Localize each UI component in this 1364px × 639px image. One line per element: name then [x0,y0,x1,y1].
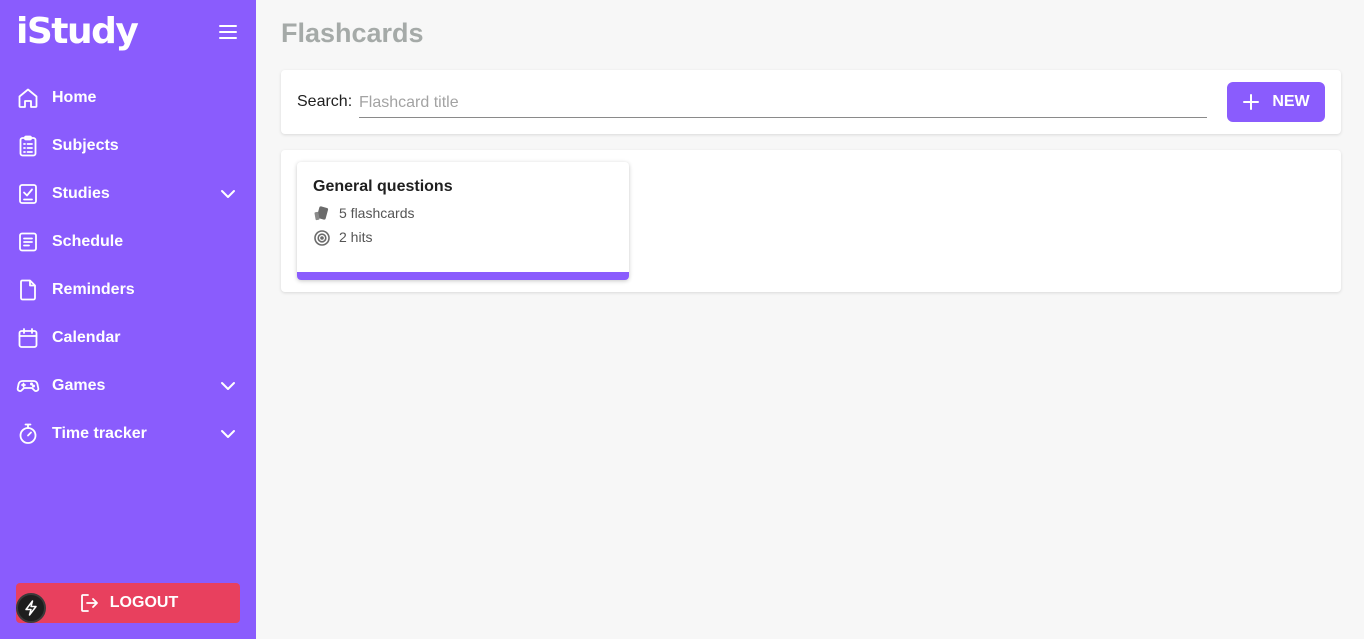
sidebar-item-label: Time tracker [52,425,147,442]
sidebar-item-label: Games [52,377,106,394]
sidebar-item-label: Subjects [52,137,119,154]
chevron-down-icon[interactable] [216,182,240,206]
sidebar-item-label: Studies [52,185,110,202]
sidebar-item-time-tracker[interactable]: Time tracker [0,410,256,458]
chevron-down-icon[interactable] [216,374,240,398]
page-title: Flashcards [281,18,424,48]
document-icon [20,279,36,301]
search-label: Search: [297,93,353,110]
sidebar-item-label: Calendar [52,329,121,346]
sidebar: iStudy Home Subjects Studies Schedule Re… [0,0,256,639]
deck-title: General questions [313,178,453,195]
deck-hits-text: 2 hits [339,229,373,245]
sidebar-item-reminders[interactable]: Reminders [0,266,256,314]
checkbox-icon [19,184,37,204]
logout-button[interactable]: LOGOUT [16,583,240,623]
lightning-icon [25,600,37,616]
sidebar-item-calendar[interactable]: Calendar [0,314,256,362]
new-button-label: NEW [1272,93,1310,110]
sidebar-item-games[interactable]: Games [0,362,256,410]
plus-icon [1243,94,1260,110]
cards-icon [314,206,329,221]
sidebar-item-studies[interactable]: Studies [0,170,256,218]
hamburger-menu-icon[interactable] [216,20,240,44]
deck-progress-bar [297,272,629,280]
calendar-icon [18,328,38,348]
gamepad-icon [16,380,40,392]
chevron-down-icon[interactable] [216,422,240,446]
deck-count-row: 5 flashcards [313,204,414,222]
deck-count-text: 5 flashcards [339,205,415,221]
sidebar-item-label: Home [52,89,97,106]
sidebar-item-label: Schedule [52,233,124,250]
app-logo: iStudy [16,11,139,52]
stopwatch-icon [19,423,37,444]
flashcard-deck-card[interactable]: General questions 5 flashcards 2 hits [297,162,629,280]
home-icon [18,88,38,108]
new-flashcard-button[interactable]: NEW [1227,82,1325,122]
deck-hits-row: 2 hits [313,228,372,246]
clipboard-icon [19,135,37,157]
schedule-icon [19,232,37,252]
sidebar-item-subjects[interactable]: Subjects [0,122,256,170]
search-input[interactable] [359,88,1207,118]
target-icon [314,230,330,246]
logout-label: LOGOUT [109,594,179,611]
sidebar-item-schedule[interactable]: Schedule [0,218,256,266]
quick-action-button[interactable] [16,593,46,623]
sidebar-nav: Home Subjects Studies Schedule Reminders… [0,74,256,458]
sidebar-item-label: Reminders [52,281,135,298]
sidebar-item-home[interactable]: Home [0,74,256,122]
logout-icon [80,594,98,612]
search-bar: Search: NEW [281,70,1341,134]
flashcard-list: General questions 5 flashcards 2 hits [281,150,1341,292]
